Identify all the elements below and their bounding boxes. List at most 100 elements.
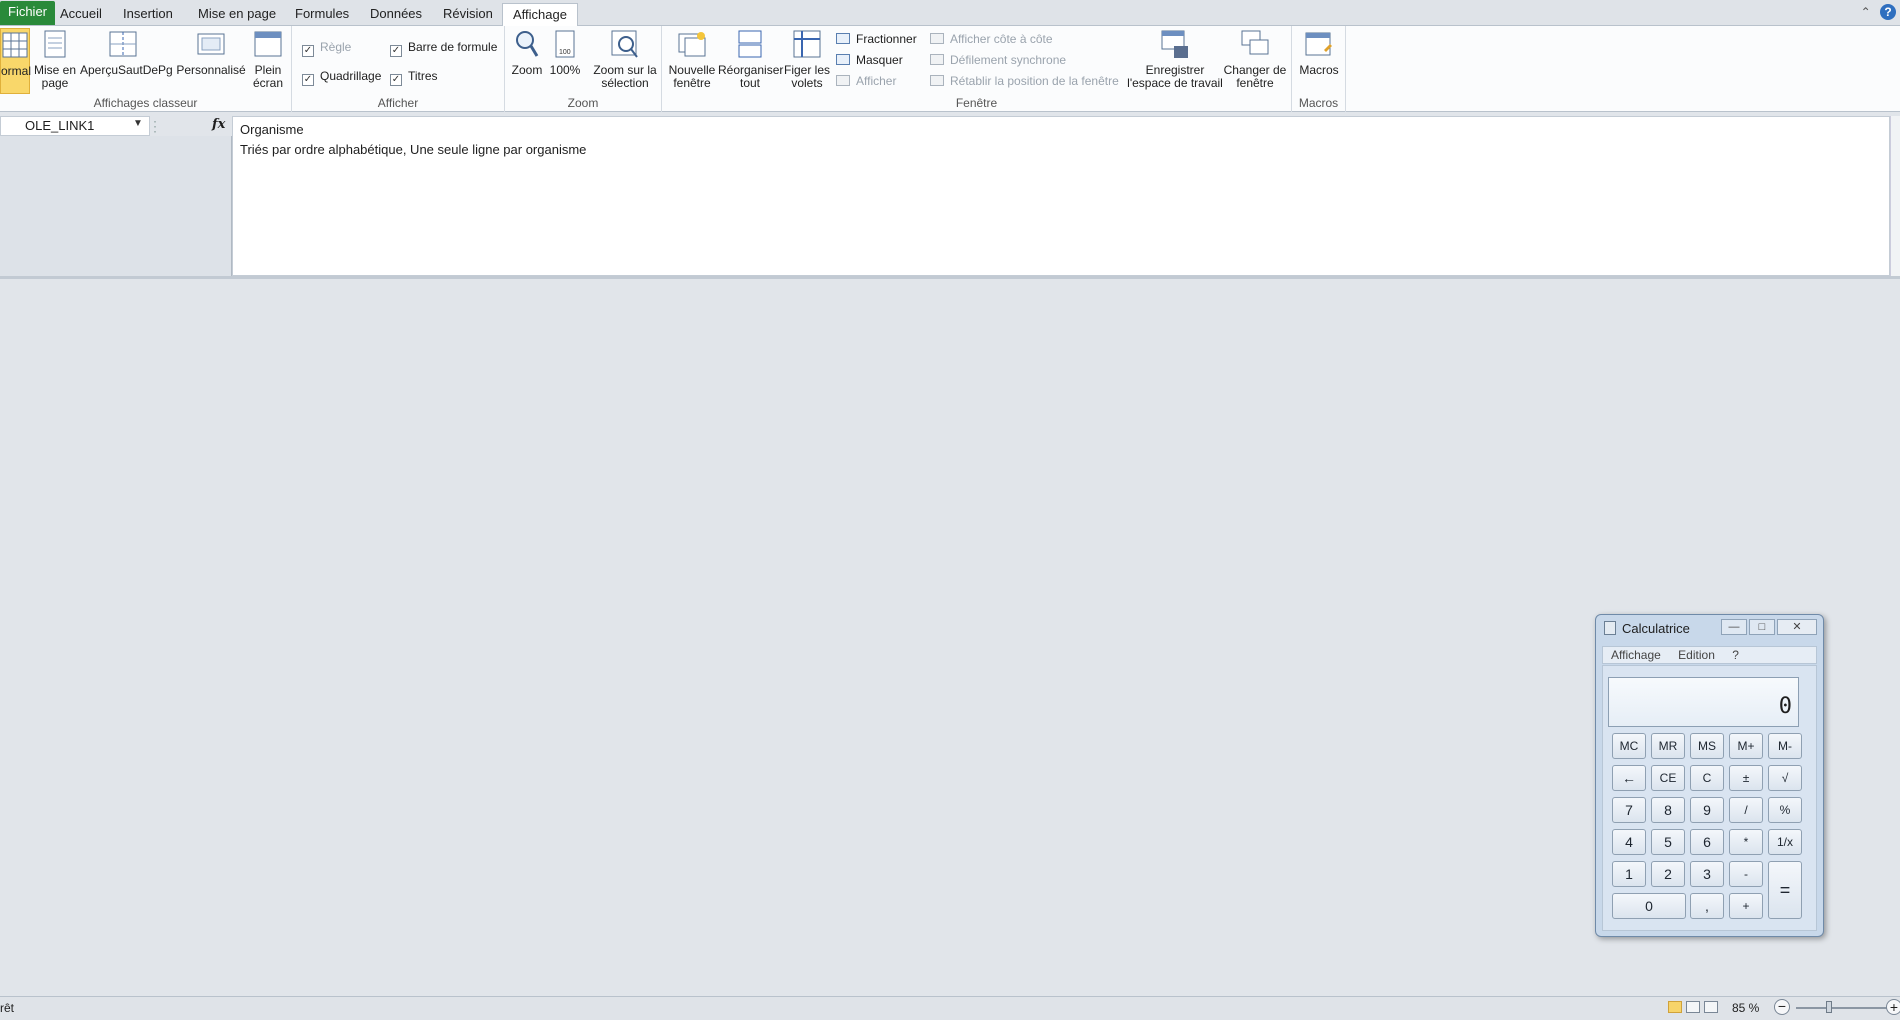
macros-button[interactable]: Macros [1297, 28, 1341, 77]
group-label-macros: Macros [1298, 96, 1339, 110]
checkbox-barre-formule[interactable]: ✓ Barre de formule [390, 40, 497, 57]
key-1[interactable]: 1 [1612, 861, 1646, 887]
page-break-view-icon[interactable] [1704, 1001, 1718, 1013]
key-reciprocal[interactable]: 1/x [1768, 829, 1802, 855]
split-button[interactable]: Fractionner [836, 32, 917, 46]
key-0[interactable]: 0 [1612, 893, 1686, 919]
name-box-dropdown-icon[interactable]: ▼ [133, 118, 143, 129]
tab-fichier[interactable]: Fichier [0, 1, 56, 25]
key-subtract[interactable]: - [1729, 861, 1763, 887]
new-window-button[interactable]: Nouvelle fenêtre [667, 28, 717, 90]
reset-position-icon [930, 75, 944, 86]
save-workspace-button[interactable]: Enregistrer l'espace de travail [1127, 28, 1223, 90]
key-decimal[interactable]: , [1690, 893, 1724, 919]
arrange-all-button[interactable]: Réorganiser tout [718, 28, 783, 90]
tab-donnees[interactable]: Données [360, 3, 432, 26]
tab-revision[interactable]: Révision [433, 3, 503, 26]
full-screen-icon [253, 28, 283, 60]
key-percent[interactable]: % [1768, 797, 1802, 823]
menu-edition[interactable]: Edition [1678, 648, 1715, 662]
key-5[interactable]: 5 [1651, 829, 1685, 855]
key-ce[interactable]: CE [1651, 765, 1685, 791]
menu-help[interactable]: ? [1732, 648, 1739, 662]
zoom-out-icon[interactable]: − [1774, 999, 1790, 1015]
zoom-selection-button[interactable]: Zoom sur la sélection [593, 28, 657, 90]
minimize-ribbon-icon[interactable]: ⌃ [1861, 5, 1871, 19]
normal-view-button[interactable]: ormal [0, 28, 31, 94]
status-text: rêt [0, 1001, 15, 1015]
zoom-slider-track[interactable] [1796, 1007, 1890, 1009]
zoom-in-icon[interactable]: + [1886, 999, 1900, 1015]
key-sqrt[interactable]: √ [1768, 765, 1802, 791]
key-8[interactable]: 8 [1651, 797, 1685, 823]
name-box[interactable]: OLE_LINK1 [0, 116, 150, 136]
checkbox-titres[interactable]: ✓ Titres [390, 69, 438, 86]
key-divide[interactable]: / [1729, 797, 1763, 823]
key-m-plus[interactable]: M+ [1729, 733, 1763, 759]
key-m-minus[interactable]: M- [1768, 733, 1802, 759]
key-c[interactable]: C [1690, 765, 1724, 791]
zoom-button[interactable]: Zoom [510, 28, 544, 77]
zoom-selection-icon [610, 28, 640, 60]
tab-affichage[interactable]: Affichage [502, 3, 578, 27]
key-equals[interactable]: = [1768, 861, 1802, 919]
zoom-slider-thumb[interactable] [1826, 1001, 1832, 1013]
key-6[interactable]: 6 [1690, 829, 1724, 855]
switch-windows-icon [1240, 28, 1270, 60]
key-7[interactable]: 7 [1612, 797, 1646, 823]
maximize-icon[interactable]: □ [1749, 619, 1775, 635]
group-afficher: ✓ Règle ✓ Barre de formule ✓ Quadrillage ✓ T… [292, 26, 505, 112]
save-workspace-icon [1160, 28, 1190, 60]
key-plus-minus[interactable]: ± [1729, 765, 1763, 791]
key-multiply[interactable]: * [1729, 829, 1763, 855]
formula-input[interactable]: Organisme Triés par ordre alphabétique, … [232, 116, 1890, 276]
zoom-level[interactable]: 85 % [1732, 1001, 1759, 1015]
zoom-100-button[interactable]: 100 100% [548, 28, 582, 77]
checkbox-regle[interactable]: ✓ Règle [302, 40, 351, 57]
help-icon[interactable]: ? [1880, 4, 1896, 20]
checkbox-titres-box: ✓ [390, 74, 402, 86]
checkbox-barre-formule-box: ✓ [390, 45, 402, 57]
insert-function-icon[interactable]: fx [212, 117, 225, 132]
group-label-affichages-classeur: Affichages classeur [93, 96, 198, 110]
reset-window-position-button[interactable]: Rétablir la position de la fenêtre [930, 74, 1119, 88]
ribbon-tab-bar: Fichier Accueil Insertion Mise en page F… [0, 0, 1900, 27]
synchronous-scrolling-button[interactable]: Défilement synchrone [930, 53, 1066, 67]
menu-affichage[interactable]: Affichage [1611, 648, 1661, 662]
arrange-all-icon [735, 28, 765, 60]
checkbox-quadrillage[interactable]: ✓ Quadrillage [302, 69, 381, 86]
key-ms[interactable]: MS [1690, 733, 1724, 759]
key-2[interactable]: 2 [1651, 861, 1685, 887]
status-bar: rêt 85 % − + [0, 996, 1900, 1020]
key-mr[interactable]: MR [1651, 733, 1685, 759]
freeze-panes-button[interactable]: Figer les volets [782, 28, 832, 90]
switch-windows-button[interactable]: Changer de fenêtre [1222, 28, 1288, 90]
key-backspace[interactable]: ← [1612, 765, 1646, 791]
view-side-by-side-button[interactable]: Afficher côte à côte [930, 32, 1053, 46]
key-mc[interactable]: MC [1612, 733, 1646, 759]
hide-button[interactable]: Masquer [836, 53, 903, 67]
key-3[interactable]: 3 [1690, 861, 1724, 887]
checkbox-regle-box: ✓ [302, 45, 314, 57]
calculator-window: Calculatrice — □ ✕ Affichage Edition ? 0 M… [1595, 614, 1824, 937]
tab-mise-en-page[interactable]: Mise en page [188, 3, 286, 26]
page-break-preview-button[interactable]: AperçuSautDePg [80, 28, 173, 77]
tab-insertion[interactable]: Insertion [113, 3, 183, 26]
key-4[interactable]: 4 [1612, 829, 1646, 855]
view-shortcuts [1668, 1001, 1722, 1016]
full-screen-button[interactable]: Plein écran [250, 28, 286, 90]
key-add[interactable]: + [1729, 893, 1763, 919]
unhide-button[interactable]: Afficher [836, 74, 896, 88]
close-icon[interactable]: ✕ [1777, 619, 1817, 635]
formula-bar-scrollbar[interactable] [1890, 116, 1900, 276]
normal-view-icon[interactable] [1668, 1001, 1682, 1013]
tab-accueil[interactable]: Accueil [50, 3, 112, 26]
page-layout-view-button[interactable]: Mise en page [33, 28, 77, 90]
window-controls: ⌃ ? [1861, 4, 1896, 20]
custom-views-button[interactable]: Personnalisé [176, 28, 246, 77]
key-9[interactable]: 9 [1690, 797, 1724, 823]
minimize-icon[interactable]: — [1721, 619, 1747, 635]
tab-formules[interactable]: Formules [285, 3, 359, 26]
page-layout-view-icon[interactable] [1686, 1001, 1700, 1013]
normal-view-icon [1, 29, 31, 61]
